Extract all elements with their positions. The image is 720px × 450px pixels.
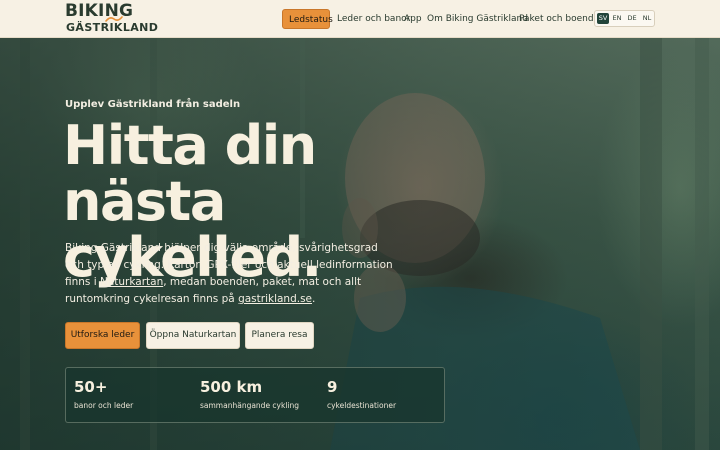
site-logo[interactable]: BIKING GÄSTRIKLAND [65, 3, 158, 35]
logo-wordmark-bottom: GÄSTRIKLAND [66, 21, 159, 34]
explore-trails-button[interactable]: Utforska leder [65, 322, 140, 349]
lang-sv[interactable]: SV [597, 13, 609, 24]
stat-distance: 500 km sammanhängande cykling [200, 378, 299, 410]
open-naturkartan-button[interactable]: Öppna Naturkartan [146, 322, 240, 349]
language-switcher: SV EN DE NL [594, 10, 655, 27]
hero-headline-line-1: Hitta din nästa [63, 114, 317, 233]
stat-destinations: 9 cykeldestinationer [327, 378, 396, 410]
gastrikland-link[interactable]: gastrikland.se [238, 293, 312, 305]
intro-text-3: . [312, 293, 316, 305]
stats-panel: 50+ banor och leder 500 km sammanhängand… [65, 367, 445, 423]
site-header: BIKING GÄSTRIKLAND Ledstatus Leder och b… [0, 0, 720, 38]
lang-de[interactable]: DE [626, 13, 638, 24]
hero-eyebrow: Upplev Gästrikland från sadeln [65, 99, 241, 110]
nav-item-app[interactable]: App [404, 9, 422, 29]
nav-item-leder-och-banor[interactable]: Leder och banor [337, 9, 410, 29]
stat-value: 9 [327, 378, 338, 396]
naturkartan-link[interactable]: Naturkartan [100, 276, 163, 288]
lang-en[interactable]: EN [611, 13, 623, 24]
hero-intro: Biking Gästrikland hjälper dig välja omr… [65, 240, 395, 308]
hero-section: Upplev Gästrikland från sadeln Hitta din… [0, 38, 720, 450]
stat-value: 50+ [74, 378, 108, 396]
nav-item-om[interactable]: Om Biking Gästrikland [427, 9, 528, 29]
nav-item-ledstatus[interactable]: Ledstatus [282, 9, 333, 29]
stat-trails: 50+ banor och leder [74, 378, 133, 410]
stat-label: cykeldestinationer [327, 401, 397, 410]
lang-nl[interactable]: NL [641, 13, 653, 24]
stat-label: sammanhängande cykling [200, 401, 300, 410]
stat-label: banor och leder [74, 401, 134, 410]
nav-item-paket-och-boende[interactable]: Paket och boende [519, 9, 599, 29]
stat-value: 500 km [200, 378, 263, 396]
plan-trip-button[interactable]: Planera resa [245, 322, 314, 349]
